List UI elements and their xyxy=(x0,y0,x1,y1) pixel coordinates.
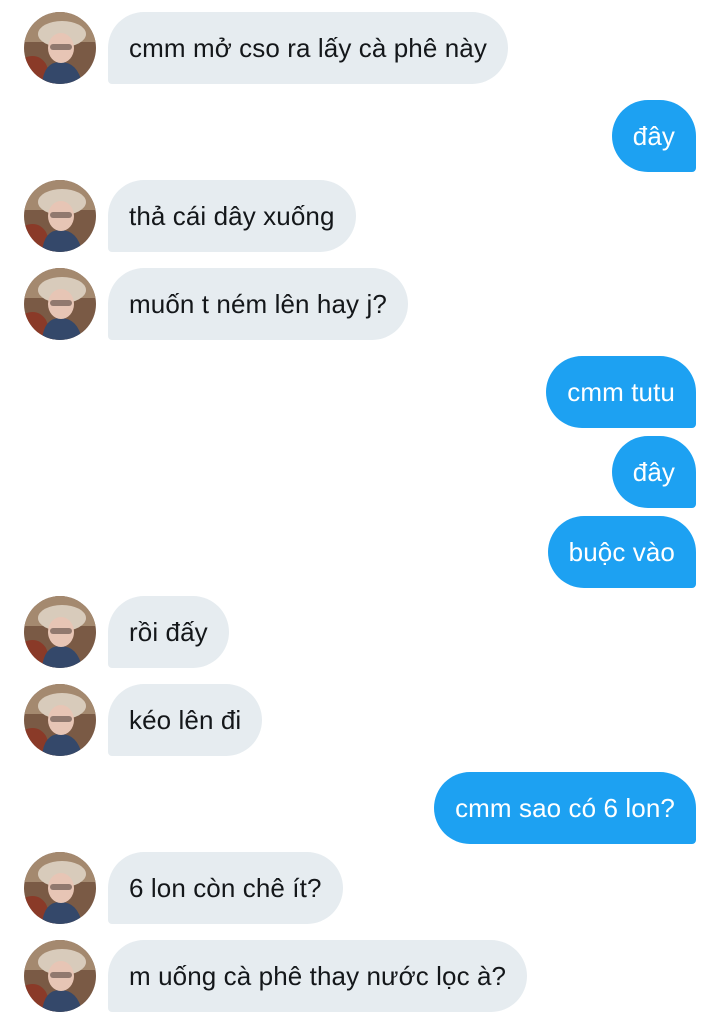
contact-avatar[interactable] xyxy=(24,268,96,340)
contact-avatar[interactable] xyxy=(24,12,96,84)
contact-avatar[interactable] xyxy=(24,684,96,756)
message-row-outgoing: cmm tutu xyxy=(0,356,720,428)
avatar-image xyxy=(24,12,96,84)
avatar-image xyxy=(24,940,96,1012)
message-row-outgoing: đây xyxy=(0,100,720,172)
message-row-outgoing: buộc vào xyxy=(0,516,720,588)
outgoing-message-bubble[interactable]: cmm sao có 6 lon? xyxy=(434,772,696,844)
message-row-incoming: thả cái dây xuống xyxy=(0,180,720,252)
message-row-incoming: m uống cà phê thay nước lọc à? xyxy=(0,940,720,1012)
message-row-incoming: 6 lon còn chê ít? xyxy=(0,852,720,924)
incoming-message-bubble[interactable]: m uống cà phê thay nước lọc à? xyxy=(108,940,528,1012)
incoming-message-bubble[interactable]: muốn t ném lên hay j? xyxy=(108,268,408,340)
outgoing-message-bubble[interactable]: buộc vào xyxy=(547,516,696,588)
message-row-incoming: cmm mở cso ra lấy cà phê này xyxy=(0,12,720,84)
contact-avatar[interactable] xyxy=(24,596,96,668)
outgoing-message-bubble[interactable]: đây xyxy=(611,100,696,172)
contact-avatar[interactable] xyxy=(24,852,96,924)
contact-avatar[interactable] xyxy=(24,940,96,1012)
message-row-incoming: rồi đấy xyxy=(0,596,720,668)
outgoing-message-bubble[interactable]: cmm tutu xyxy=(546,356,696,428)
incoming-message-bubble[interactable]: cmm mở cso ra lấy cà phê này xyxy=(108,12,508,84)
incoming-message-bubble[interactable]: rồi đấy xyxy=(108,596,229,668)
avatar-image xyxy=(24,180,96,252)
message-row-incoming: kéo lên đi xyxy=(0,684,720,756)
outgoing-message-bubble[interactable]: đây xyxy=(611,436,696,508)
avatar-image xyxy=(24,596,96,668)
message-row-incoming: muốn t ném lên hay j? xyxy=(0,268,720,340)
message-row-outgoing: đây xyxy=(0,436,720,508)
message-row-outgoing: cmm sao có 6 lon? xyxy=(0,772,720,844)
incoming-message-bubble[interactable]: kéo lên đi xyxy=(108,684,263,756)
avatar-image xyxy=(24,684,96,756)
avatar-image xyxy=(24,852,96,924)
incoming-message-bubble[interactable]: 6 lon còn chê ít? xyxy=(108,852,343,924)
contact-avatar[interactable] xyxy=(24,180,96,252)
avatar-image xyxy=(24,268,96,340)
incoming-message-bubble[interactable]: thả cái dây xuống xyxy=(108,180,356,252)
